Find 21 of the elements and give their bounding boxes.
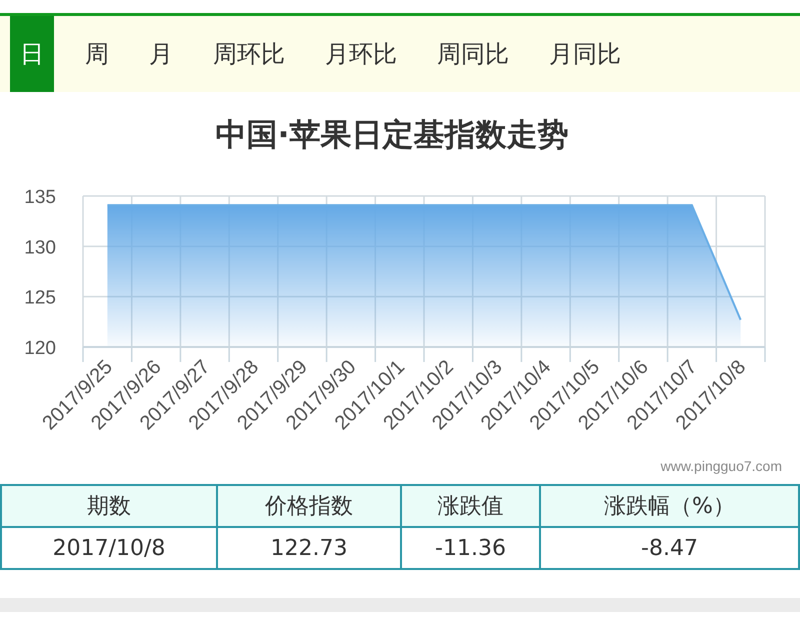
table-cell: -11.36 xyxy=(401,527,540,569)
column-header: 涨跌幅（%） xyxy=(540,485,799,527)
period-tab[interactable]: 月同比 xyxy=(529,16,641,92)
period-tab[interactable]: 日 xyxy=(10,16,54,92)
period-tab[interactable]: 周同比 xyxy=(417,16,529,92)
y-axis-label: 120 xyxy=(24,338,56,359)
table-cell: 2017/10/8 xyxy=(1,527,217,569)
column-header: 期数 xyxy=(1,485,217,527)
table-cell: -8.47 xyxy=(540,527,799,569)
table-cell: 122.73 xyxy=(217,527,401,569)
y-axis-label: 135 xyxy=(24,187,56,208)
period-tab[interactable]: 月环比 xyxy=(305,16,417,92)
column-header: 涨跌值 xyxy=(401,485,540,527)
period-tab[interactable]: 周环比 xyxy=(193,16,305,92)
chart-credit: www.pingguo7.com xyxy=(660,458,782,476)
y-axis-label: 125 xyxy=(24,288,56,309)
column-header: 价格指数 xyxy=(217,485,401,527)
chart-title: 中国·苹果日定基指数走势 xyxy=(214,116,570,155)
y-axis-label: 130 xyxy=(24,237,56,258)
period-tab[interactable]: 月 xyxy=(129,16,193,92)
period-tab[interactable]: 周 xyxy=(65,16,129,92)
